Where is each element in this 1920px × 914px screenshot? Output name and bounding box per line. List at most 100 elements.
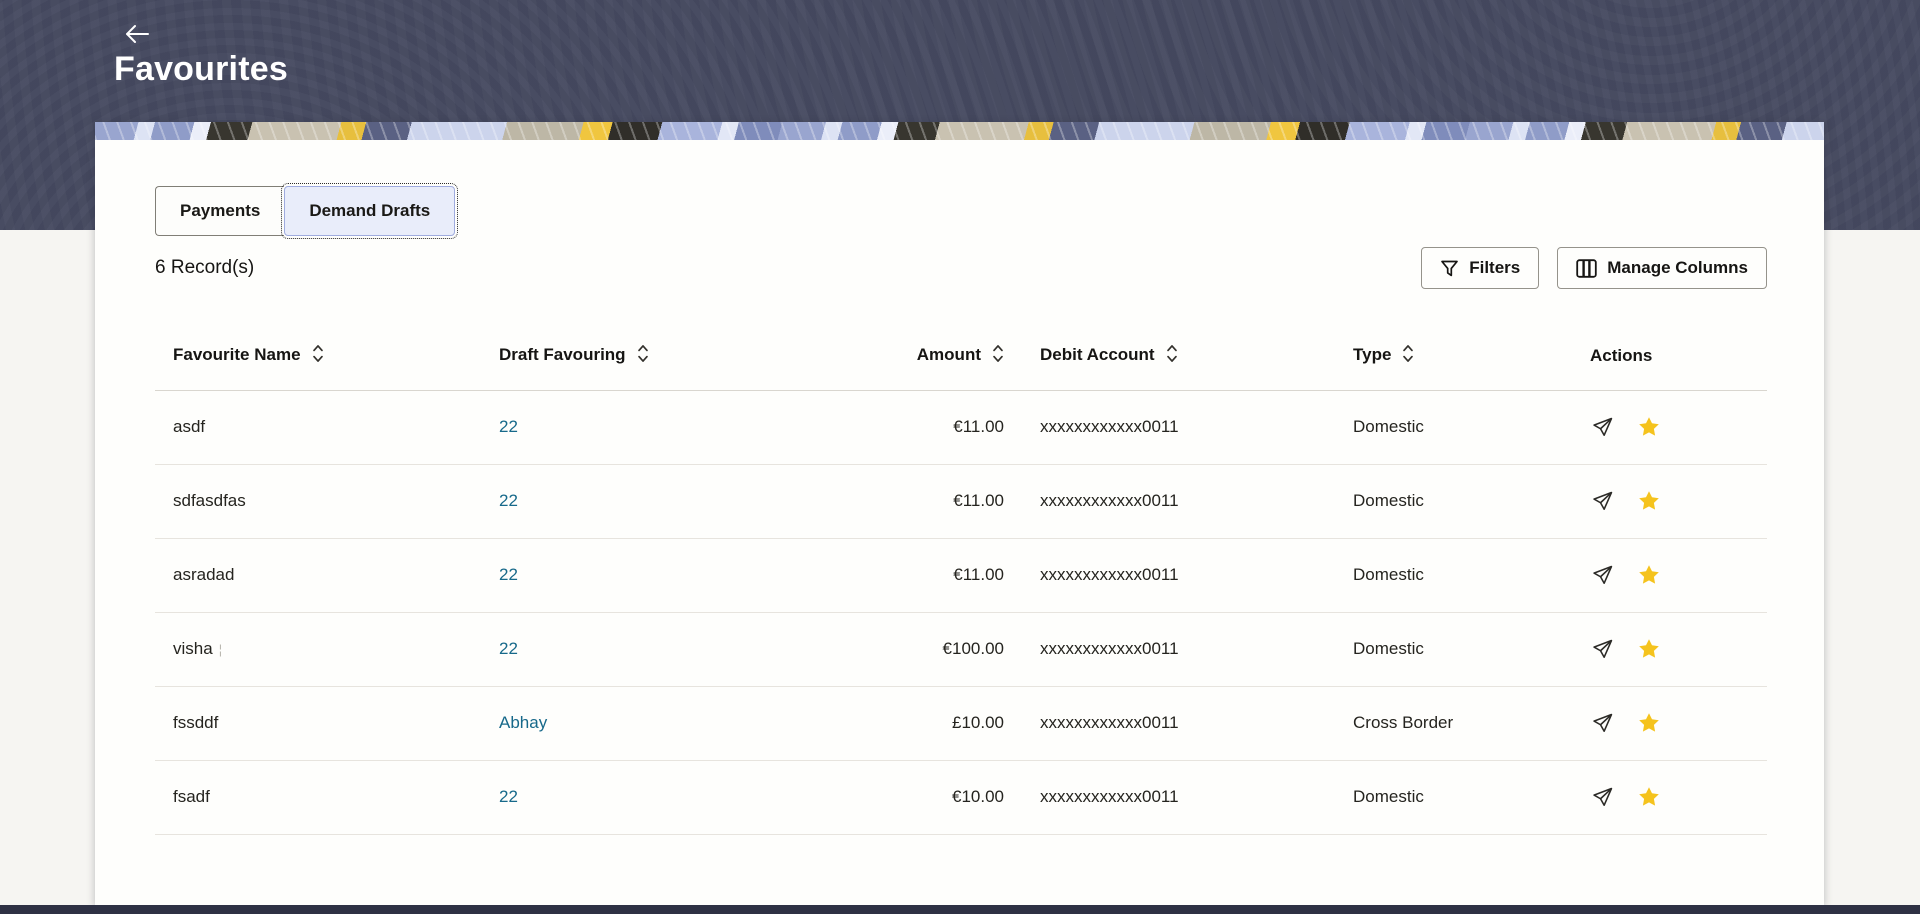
- draft-favouring-link[interactable]: 22: [499, 787, 518, 806]
- columns-icon: [1576, 259, 1597, 278]
- send-payment-button[interactable]: [1590, 563, 1615, 588]
- debit-account-cell: xxxxxxxxxxxx0011: [1022, 760, 1335, 834]
- funnel-icon: [1440, 259, 1459, 278]
- draft-favouring-cell: 22: [481, 464, 781, 538]
- favourite-name: sdfasdfas: [173, 491, 246, 510]
- type-cell: Domestic: [1335, 760, 1572, 834]
- favourite-name-cell: fssddf: [155, 686, 481, 760]
- favourite-star-button[interactable]: [1637, 785, 1661, 809]
- send-payment-button[interactable]: [1590, 637, 1615, 662]
- type-cell: Domestic: [1335, 538, 1572, 612]
- star-icon: [1637, 711, 1661, 735]
- debit-account-cell: xxxxxxxxxxxx0011: [1022, 686, 1335, 760]
- send-payment-button[interactable]: [1590, 489, 1615, 514]
- favourites-table: Favourite Name Draft FavouringAmountDebit…: [155, 322, 1767, 835]
- sort-control[interactable]: [312, 344, 324, 368]
- table-row: asradad22€11.00xxxxxxxxxxxx0011Domestic: [155, 538, 1767, 612]
- favourite-name: fsadf: [173, 787, 210, 806]
- page-title: Favourites: [114, 50, 288, 89]
- send-payment-button[interactable]: [1590, 415, 1615, 440]
- favourite-star-button[interactable]: [1637, 637, 1661, 661]
- favourite-name: fssddf: [173, 713, 218, 732]
- favourite-star-button[interactable]: [1637, 563, 1661, 587]
- back-button[interactable]: [120, 20, 154, 48]
- sort-icon: [1166, 344, 1178, 363]
- paper-plane-icon: [1590, 563, 1615, 588]
- tab-payments[interactable]: Payments: [155, 186, 284, 236]
- actions-cell: [1572, 464, 1767, 538]
- favourite-star-button[interactable]: [1637, 415, 1661, 439]
- favourite-name: asdf: [173, 417, 205, 436]
- amount-cell: €100.00: [781, 612, 1022, 686]
- paper-plane-icon: [1590, 785, 1615, 810]
- filters-button[interactable]: Filters: [1421, 247, 1539, 289]
- paper-plane-icon: [1590, 415, 1615, 440]
- draft-favouring-cell: 22: [481, 760, 781, 834]
- favourite-name-cell: fsadf: [155, 760, 481, 834]
- star-icon: [1637, 563, 1661, 587]
- tab-demand-drafts[interactable]: Demand Drafts: [284, 186, 455, 236]
- paper-plane-icon: [1590, 637, 1615, 662]
- star-icon: [1637, 489, 1661, 513]
- content-card: Payments Demand Drafts 6 Record(s) Filte…: [95, 122, 1824, 905]
- favourite-star-button[interactable]: [1637, 711, 1661, 735]
- sort-icon: [637, 344, 649, 363]
- sort-control[interactable]: [1402, 344, 1414, 368]
- draft-favouring-link[interactable]: Abhay: [499, 713, 547, 732]
- table-row: fsadf22€10.00xxxxxxxxxxxx0011Domestic: [155, 760, 1767, 834]
- column-header-draft-favouring[interactable]: Draft Favouring: [481, 322, 781, 390]
- draft-favouring-link[interactable]: 22: [499, 417, 518, 436]
- bottom-bar: [0, 905, 1920, 914]
- table-row: asdf22€11.00xxxxxxxxxxxx0011Domestic: [155, 390, 1767, 464]
- amount-cell: €11.00: [781, 464, 1022, 538]
- draft-favouring-link[interactable]: 22: [499, 491, 518, 510]
- name-note: ¦: [219, 642, 222, 657]
- send-payment-button[interactable]: [1590, 785, 1615, 810]
- star-icon: [1637, 415, 1661, 439]
- actions-cell: [1572, 760, 1767, 834]
- column-label: Favourite Name: [173, 345, 301, 364]
- sort-icon: [992, 344, 1004, 363]
- actions-cell: [1572, 612, 1767, 686]
- table-row: sdfasdfas 22 €11.00xxxxxxxxxxxx0011Domesti…: [155, 464, 1767, 538]
- sort-icon: [1402, 344, 1414, 363]
- column-header-amount[interactable]: Amount: [781, 322, 1022, 390]
- favourite-star-button[interactable]: [1637, 489, 1661, 513]
- draft-favouring-link[interactable]: 22: [499, 639, 518, 658]
- draft-favouring-cell: 22: [481, 390, 781, 464]
- column-header-debit-account[interactable]: Debit Account: [1022, 322, 1335, 390]
- column-label: Type: [1353, 345, 1391, 364]
- tabs: Payments Demand Drafts: [155, 186, 1767, 236]
- debit-account-cell: xxxxxxxxxxxx0011: [1022, 612, 1335, 686]
- list-header: 6 Record(s) Filters Manage Columns: [155, 247, 1767, 289]
- amount-cell: €11.00: [781, 390, 1022, 464]
- actions-cell: [1572, 538, 1767, 612]
- actions-cell: [1572, 686, 1767, 760]
- star-icon: [1637, 785, 1661, 809]
- paper-plane-icon: [1590, 489, 1615, 514]
- paper-plane-icon: [1590, 711, 1615, 736]
- draft-favouring-link[interactable]: 22: [499, 565, 518, 584]
- manage-columns-label: Manage Columns: [1607, 258, 1748, 278]
- manage-columns-button[interactable]: Manage Columns: [1557, 247, 1767, 289]
- debit-account-cell: xxxxxxxxxxxx0011: [1022, 464, 1335, 538]
- column-header-favourite-name[interactable]: Favourite Name: [155, 322, 481, 390]
- records-count: 6 Record(s): [155, 257, 254, 279]
- favourite-name-cell: asdf: [155, 390, 481, 464]
- sort-control[interactable]: [637, 344, 649, 368]
- send-payment-button[interactable]: [1590, 711, 1615, 736]
- draft-favouring-cell: 22: [481, 538, 781, 612]
- arrow-left-icon: [124, 24, 150, 44]
- column-label: Actions: [1590, 346, 1652, 365]
- table-row: fssddfAbhay£10.00xxxxxxxxxxxx0011Cross B…: [155, 686, 1767, 760]
- sort-control[interactable]: [1166, 344, 1178, 368]
- draft-favouring-cell: 22: [481, 612, 781, 686]
- favourite-name-cell: sdfasdfas: [155, 464, 481, 538]
- sort-control[interactable]: [992, 344, 1004, 368]
- type-cell: Domestic: [1335, 464, 1572, 538]
- column-header-type[interactable]: Type: [1335, 322, 1572, 390]
- debit-account-cell: xxxxxxxxxxxx0011: [1022, 538, 1335, 612]
- star-icon: [1637, 637, 1661, 661]
- type-cell: Cross Border: [1335, 686, 1572, 760]
- filters-label: Filters: [1469, 258, 1520, 278]
